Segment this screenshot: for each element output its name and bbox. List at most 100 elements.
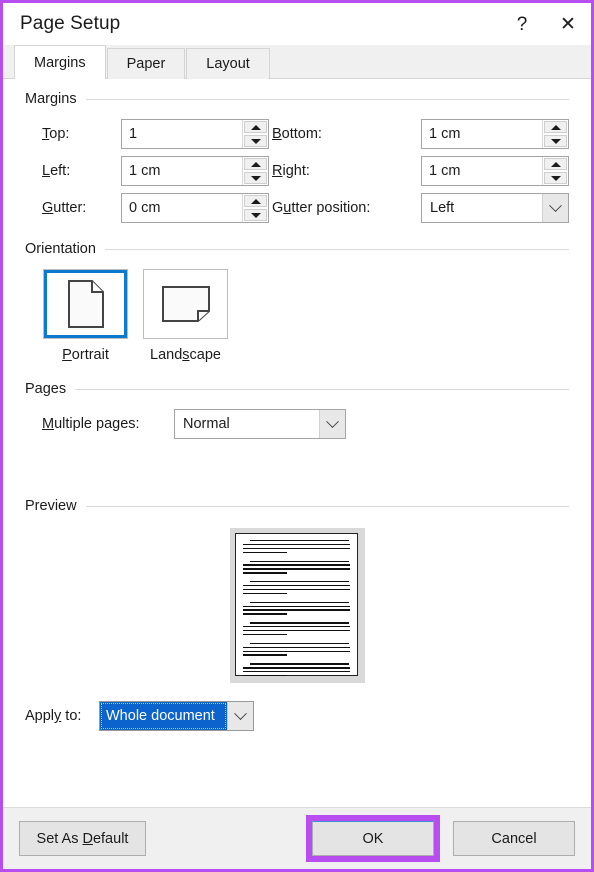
- preview-line: [249, 581, 350, 583]
- preview-line: [242, 547, 350, 550]
- right-spin-buttons: [542, 157, 568, 185]
- portrait-tile[interactable]: [43, 269, 128, 339]
- left-spinner[interactable]: 1 cm: [121, 156, 269, 186]
- bottom-spin-buttons: [542, 120, 568, 148]
- bottom-label: Bottom:: [272, 126, 322, 142]
- tab-margins[interactable]: Margins: [14, 45, 106, 79]
- right-input[interactable]: 1 cm: [422, 157, 542, 185]
- apply-to-dropdown-button[interactable]: [227, 702, 253, 730]
- top-input[interactable]: 1: [122, 120, 242, 148]
- gutter-position-select[interactable]: Left: [421, 193, 569, 223]
- field-bottom: Bottom: 1 cm: [272, 119, 569, 149]
- gutter-spin-up-button[interactable]: [244, 195, 267, 207]
- gutter-position-label: Gutter position:: [272, 200, 371, 216]
- portrait-label: Portrait: [62, 347, 109, 363]
- triangle-down-icon: [250, 175, 261, 181]
- left-spin-up-button[interactable]: [244, 158, 267, 170]
- right-spin-down-button[interactable]: [544, 172, 567, 184]
- preview-line: [242, 667, 350, 669]
- preview-line: [242, 592, 288, 595]
- preview-line: [249, 622, 350, 624]
- triangle-down-icon: [550, 138, 561, 144]
- margins-group-header: Margins: [25, 91, 569, 107]
- field-gutter: Gutter: 0 cm: [25, 193, 272, 223]
- chevron-down-icon: [326, 414, 339, 428]
- preview-line: [242, 646, 350, 648]
- top-spin-up-button[interactable]: [244, 121, 267, 133]
- gutter-spinner[interactable]: 0 cm: [121, 193, 269, 223]
- tab-paper[interactable]: Paper: [106, 48, 186, 79]
- bottom-input[interactable]: 1 cm: [422, 120, 542, 148]
- preview-line: [242, 572, 288, 574]
- bottom-spinner[interactable]: 1 cm: [421, 119, 569, 149]
- left-spin-down-button[interactable]: [244, 172, 267, 184]
- multiple-pages-label: Multiple pages:: [42, 416, 140, 432]
- gutter-position-value: Left: [430, 200, 455, 216]
- preview-line: [242, 613, 288, 615]
- orientation-group-label: Orientation: [25, 241, 96, 257]
- field-left: Left: 1 cm: [25, 156, 272, 186]
- triangle-up-icon: [250, 161, 261, 167]
- apply-to-select[interactable]: Whole document: [99, 701, 254, 731]
- preview-line: [242, 675, 288, 677]
- preview-page-frame: [229, 528, 365, 683]
- pages-group-header: Pages: [25, 381, 569, 397]
- preview-line: [249, 601, 350, 603]
- gutter-spin-down-button[interactable]: [244, 209, 267, 221]
- chevron-down-icon: [234, 706, 247, 720]
- landscape-tile[interactable]: [143, 269, 228, 339]
- orientation-portrait[interactable]: Portrait: [42, 269, 129, 363]
- gutter-input[interactable]: 0 cm: [122, 194, 242, 222]
- preview-line: [242, 609, 350, 611]
- set-as-default-button[interactable]: Set As Default: [19, 821, 146, 856]
- margins-group-label: Margins: [25, 91, 77, 107]
- question-mark-icon: ?: [516, 13, 528, 35]
- set-as-default-label: Set As Default: [36, 830, 129, 847]
- top-spin-buttons: [242, 120, 268, 148]
- preview-line: [242, 551, 288, 553]
- close-icon: ✕: [560, 13, 576, 35]
- preview-line: [242, 588, 350, 591]
- preview-line: [249, 642, 350, 645]
- pages-row: Multiple pages: Normal: [25, 409, 569, 439]
- preview-group-header: Preview: [25, 498, 569, 514]
- close-button[interactable]: ✕: [545, 3, 591, 45]
- multiple-pages-dropdown-button[interactable]: [319, 410, 345, 438]
- top-spinner[interactable]: 1: [121, 119, 269, 149]
- right-spin-up-button[interactable]: [544, 158, 567, 170]
- left-input[interactable]: 1 cm: [122, 157, 242, 185]
- triangle-up-icon: [250, 198, 261, 204]
- triangle-up-icon: [550, 161, 561, 167]
- gutter-position-dropdown-button[interactable]: [542, 194, 568, 222]
- title-bar: Page Setup ? ✕: [3, 3, 591, 45]
- cancel-button[interactable]: Cancel: [453, 821, 575, 856]
- margins-row-top-bottom: Top: 1 Bottom: 1 cm: [25, 119, 569, 149]
- apply-to-row: Apply to: Whole document: [25, 701, 569, 731]
- preview-paragraph: [242, 560, 350, 577]
- bottom-spin-up-button[interactable]: [544, 121, 567, 133]
- right-spinner[interactable]: 1 cm: [421, 156, 569, 186]
- top-spin-down-button[interactable]: [244, 135, 267, 147]
- bottom-spin-down-button[interactable]: [544, 135, 567, 147]
- ok-button[interactable]: OK: [312, 821, 434, 856]
- field-gutter-position: Gutter position: Left: [272, 193, 569, 223]
- multiple-pages-select[interactable]: Normal: [174, 409, 346, 439]
- help-button[interactable]: ?: [499, 3, 545, 45]
- gutter-spin-buttons: [242, 194, 268, 222]
- preview-group-rule: [85, 505, 569, 507]
- orientation-group-rule: [104, 248, 569, 250]
- preview-line: [249, 560, 350, 562]
- margins-tab-panel: Margins Top: 1 Bottom: 1 cm Left: 1 cm R…: [3, 79, 591, 807]
- margins-row-left-right: Left: 1 cm Right: 1 cm: [25, 156, 569, 186]
- preview-area: [25, 528, 569, 683]
- landscape-page-icon: [161, 286, 210, 322]
- preview-paragraph: [242, 642, 350, 659]
- tab-margins-label: Margins: [34, 54, 86, 71]
- preview-line: [242, 650, 350, 652]
- orientation-landscape[interactable]: Landscape: [142, 269, 229, 363]
- field-top: Top: 1: [25, 119, 272, 149]
- preview-line: [242, 605, 350, 607]
- ok-button-label: OK: [362, 830, 384, 847]
- preview-paragraph: [242, 601, 350, 618]
- tab-layout[interactable]: Layout: [186, 48, 270, 79]
